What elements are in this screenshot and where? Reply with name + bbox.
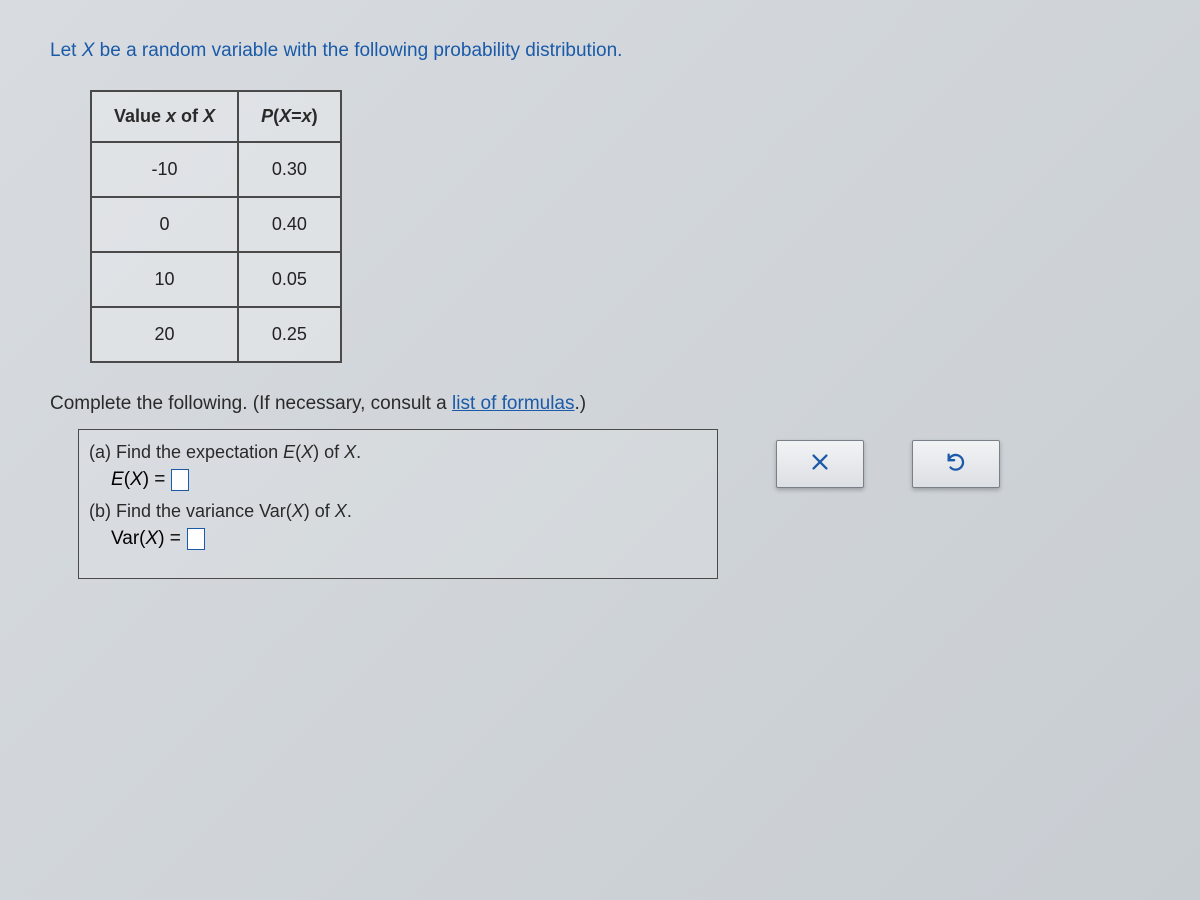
part-b-end: . <box>347 501 352 521</box>
cell-x: 0 <box>91 197 238 252</box>
eq-a-sign: = <box>149 469 165 490</box>
undo-icon <box>945 451 967 478</box>
cell-x: -10 <box>91 142 238 197</box>
clear-button[interactable] <box>776 440 864 488</box>
part-a-fn: E <box>283 442 295 462</box>
variance-input[interactable] <box>187 528 205 550</box>
eq-a-var: X <box>130 469 143 490</box>
cell-p: 0.30 <box>238 142 341 197</box>
problem-intro: Let X be a random variable with the foll… <box>50 40 1150 62</box>
part-b-label: (b) Find the variance Var(X) of X. <box>89 501 707 522</box>
cell-x: 10 <box>91 252 238 307</box>
table-row: 10 0.05 <box>91 252 341 307</box>
cell-x: 20 <box>91 307 238 362</box>
eq-a-fn: E <box>111 469 124 490</box>
intro-prefix: Let <box>50 40 82 61</box>
complete-instruction: Complete the following. (If necessary, c… <box>50 393 1150 415</box>
answer-box: (a) Find the expectation E(X) of X. E(X)… <box>78 429 718 579</box>
cell-p: 0.25 <box>238 307 341 362</box>
part-b-text: (b) Find the variance Var <box>89 501 286 521</box>
table-header-prob: P(X=x) <box>238 91 341 142</box>
header-prob-fn: P <box>261 106 273 126</box>
part-a-equation: E(X) = <box>111 469 707 491</box>
header-value-var: x <box>166 106 176 126</box>
table-header-value: Value x of X <box>91 91 238 142</box>
header-value-suffix: of <box>176 106 203 126</box>
distribution-table: Value x of X P(X=x) -10 0.30 0 0.40 10 0… <box>90 90 342 363</box>
table-row: 0 0.40 <box>91 197 341 252</box>
complete-prefix: Complete the following. (If necessary, c… <box>50 393 452 414</box>
expectation-input[interactable] <box>171 469 189 491</box>
intro-suffix: be a random variable with the following … <box>94 40 622 61</box>
part-b-equation: Var(X) = <box>111 528 707 550</box>
part-a-label: (a) Find the expectation E(X) of X. <box>89 442 707 463</box>
header-value-prefix: Value <box>114 106 166 126</box>
cell-p: 0.40 <box>238 197 341 252</box>
header-value-bigvar: X <box>203 106 215 126</box>
eq-b-sign: = <box>165 528 181 549</box>
cell-p: 0.05 <box>238 252 341 307</box>
header-prob-close: ) <box>312 106 318 126</box>
part-a-text: (a) Find the expectation <box>89 442 283 462</box>
part-a-var2: X <box>344 442 356 462</box>
table-row: -10 0.30 <box>91 142 341 197</box>
eq-b-fn: Var <box>111 528 139 549</box>
header-prob-eq: = <box>291 106 302 126</box>
part-a-var: X <box>301 442 313 462</box>
intro-variable: X <box>82 40 95 61</box>
reset-button[interactable] <box>912 440 1000 488</box>
formulas-link[interactable]: list of formulas <box>452 393 574 414</box>
header-prob-var: x <box>302 106 312 126</box>
tool-buttons <box>776 440 1000 488</box>
part-b-var2: X <box>335 501 347 521</box>
close-icon <box>809 451 831 478</box>
part-b-of: of <box>310 501 335 521</box>
part-a-of: of <box>319 442 344 462</box>
part-b-var: X <box>292 501 304 521</box>
eq-b-var: X <box>146 528 159 549</box>
table-row: 20 0.25 <box>91 307 341 362</box>
header-prob-bigvar: X <box>279 106 291 126</box>
part-a-end: . <box>356 442 361 462</box>
complete-suffix: .) <box>575 393 587 414</box>
